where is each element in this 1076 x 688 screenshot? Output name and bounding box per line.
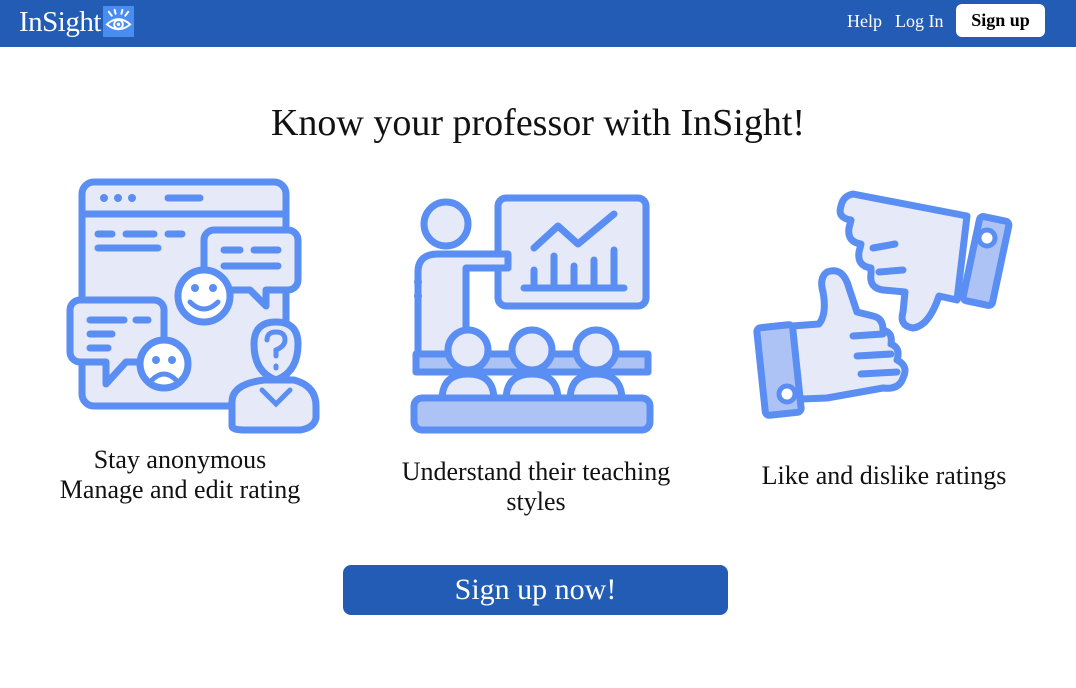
nav-login-link[interactable]: Log In (895, 10, 944, 32)
brand-logo-link[interactable]: InSight (19, 4, 134, 40)
feature-caption-teaching: Understand their teaching styles (380, 457, 692, 517)
feature-caption-line: Stay anonymous (93, 445, 267, 474)
top-navbar: InSight Help Log In Sign up (0, 0, 1076, 47)
nav-help-link[interactable]: Help (847, 10, 882, 32)
feature-caption-line: Like and dislike ratings (761, 461, 1007, 490)
feature-caption-ratings: Like and dislike ratings (735, 461, 1033, 491)
feature-caption-line: styles (506, 487, 566, 516)
nav-signup-button[interactable]: Sign up (956, 4, 1045, 37)
anonymous-reviews-icon (66, 178, 320, 434)
thumbs-up-down-icon (753, 190, 1013, 419)
signup-now-button[interactable]: Sign up now! (343, 565, 728, 615)
brand-name: InSight (19, 6, 101, 38)
feature-caption-line: Manage and edit rating (59, 475, 301, 504)
feature-caption-anonymous: Stay anonymous Manage and edit rating (30, 445, 330, 505)
teaching-presentation-icon (410, 194, 654, 434)
feature-caption-line: Understand their teaching (401, 457, 671, 486)
eye-logo-icon (102, 5, 134, 37)
page-headline: Know your professor with InSight! (270, 102, 806, 144)
